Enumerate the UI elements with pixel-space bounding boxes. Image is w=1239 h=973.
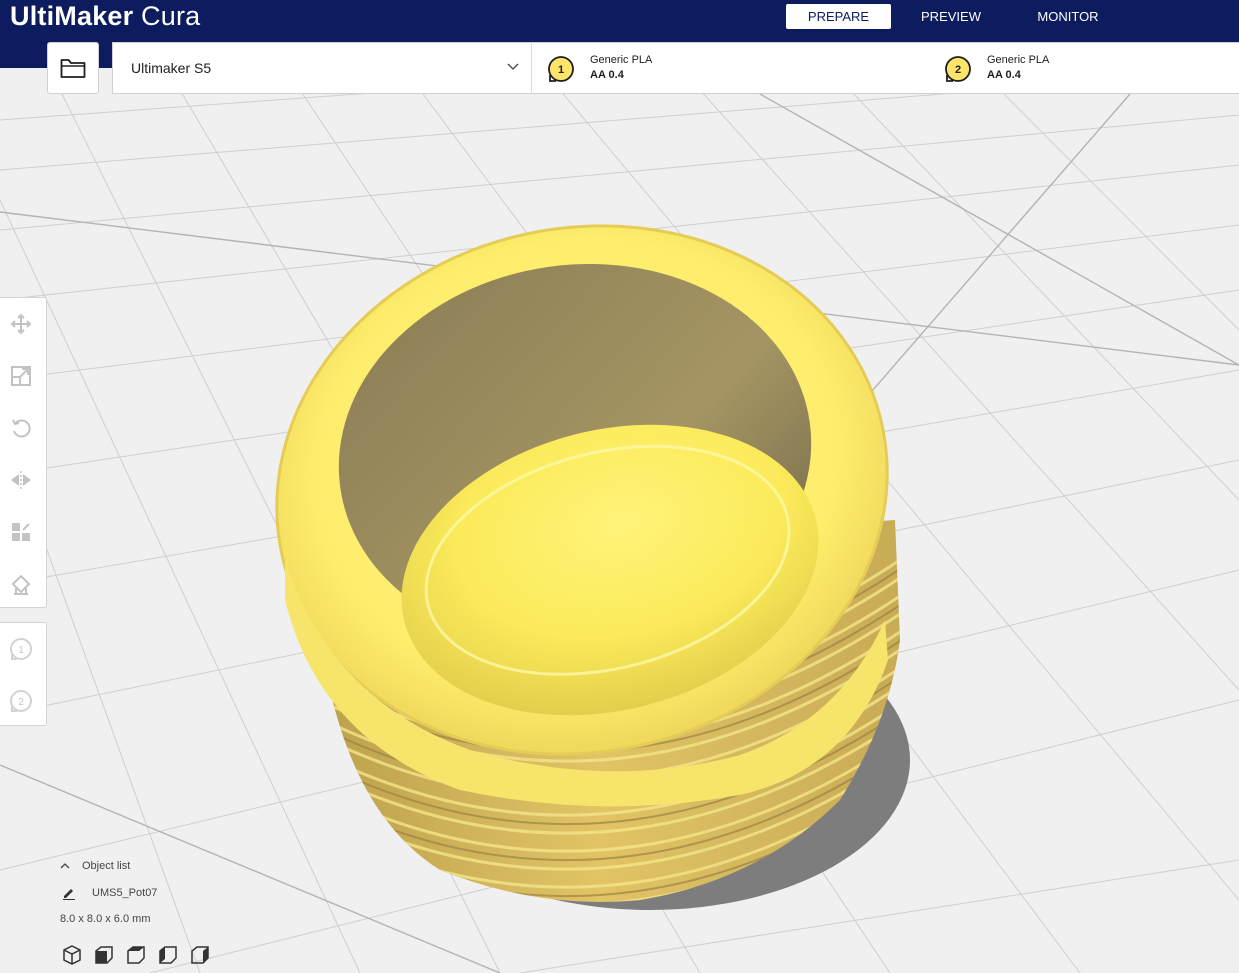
move-icon (10, 313, 32, 335)
extruder-2-nozzle: AA 0.4 (987, 69, 1021, 81)
extruder-2-selector[interactable]: 2 Generic PLA AA 0.4 (944, 43, 1234, 93)
chevron-up-icon (60, 863, 70, 869)
folder-icon (60, 59, 86, 78)
extruder-2-icon: 2 (945, 56, 971, 82)
machine-selector[interactable]: Ultimaker S5 (113, 43, 532, 93)
rotate-icon (12, 419, 31, 438)
rotate-tool-button[interactable] (7, 414, 35, 442)
app-title: UltiMaker Cura (10, 1, 200, 32)
extruder-1-selector[interactable]: 1 Generic PLA AA 0.4 (547, 43, 847, 93)
scale-tool-button[interactable] (7, 362, 35, 390)
support-blocker-button[interactable] (7, 570, 35, 598)
top-view-icon (127, 946, 145, 964)
object-name-row[interactable]: UMS5_Pot07 (62, 886, 157, 900)
extruder-tool-panel: 1 2 (0, 622, 47, 726)
move-tool-button[interactable] (7, 310, 35, 338)
3d-viewport[interactable] (0, 0, 1239, 973)
printer-configuration-bar: Ultimaker S5 1 Generic PLA AA 0.4 2 Gene… (112, 42, 1239, 94)
extruder-2-tool-button[interactable]: 2 (7, 687, 35, 715)
tool-panel (0, 297, 47, 608)
tab-monitor[interactable]: MONITOR (1016, 4, 1120, 29)
pencil-icon (63, 889, 75, 900)
chevron-down-icon (507, 63, 519, 70)
3d-view-icon (63, 945, 81, 965)
per-model-settings-icon (12, 523, 30, 541)
per-model-settings-button[interactable] (7, 518, 35, 546)
extruder-1-icon: 1 (10, 638, 32, 660)
app-title-light: Cura (133, 1, 201, 31)
extruder-2-material: Generic PLA (987, 54, 1050, 66)
mirror-icon (11, 471, 31, 489)
extruder-2-icon: 2 (10, 690, 32, 712)
object-list-label: Object list (82, 860, 131, 872)
machine-name: Ultimaker S5 (131, 60, 212, 76)
app-header: UltiMaker Cura PREPARE PREVIEW MONITOR (0, 0, 1239, 42)
build-plate-grid (0, 29, 1239, 973)
tab-prepare[interactable]: PREPARE (786, 4, 891, 29)
object-list-panel: Object list UMS5_Pot07 8.0 x 8.0 x 6.0 m… (56, 855, 256, 973)
extruder-1-icon: 1 (548, 56, 574, 82)
front-view-icon (95, 946, 113, 964)
support-blocker-icon (11, 574, 31, 595)
tab-preview[interactable]: PREVIEW (900, 4, 1002, 29)
extruder-1-nozzle: AA 0.4 (590, 69, 624, 81)
extruder-1-tool-number: 1 (18, 645, 24, 656)
extruder-1-material: Generic PLA (590, 54, 653, 66)
front-view-button[interactable] (92, 943, 116, 967)
3d-view-button[interactable] (60, 943, 84, 967)
extruder-1-number: 1 (558, 64, 564, 76)
top-view-button[interactable] (124, 943, 148, 967)
extruder-1-tool-button[interactable]: 1 (7, 635, 35, 663)
right-view-icon (191, 946, 209, 964)
extruder-2-number: 2 (955, 64, 961, 76)
left-view-icon (159, 946, 177, 964)
object-dimensions: 8.0 x 8.0 x 6.0 mm (60, 913, 151, 925)
scale-icon (11, 366, 31, 386)
extruder-2-tool-number: 2 (18, 697, 24, 708)
object-list-toggle[interactable]: Object list (60, 858, 130, 874)
mirror-tool-button[interactable] (7, 466, 35, 494)
left-view-button[interactable] (156, 943, 180, 967)
right-view-button[interactable] (188, 943, 212, 967)
object-name: UMS5_Pot07 (92, 887, 158, 899)
open-file-button[interactable] (47, 42, 99, 94)
app-title-bold: UltiMaker (10, 1, 134, 31)
